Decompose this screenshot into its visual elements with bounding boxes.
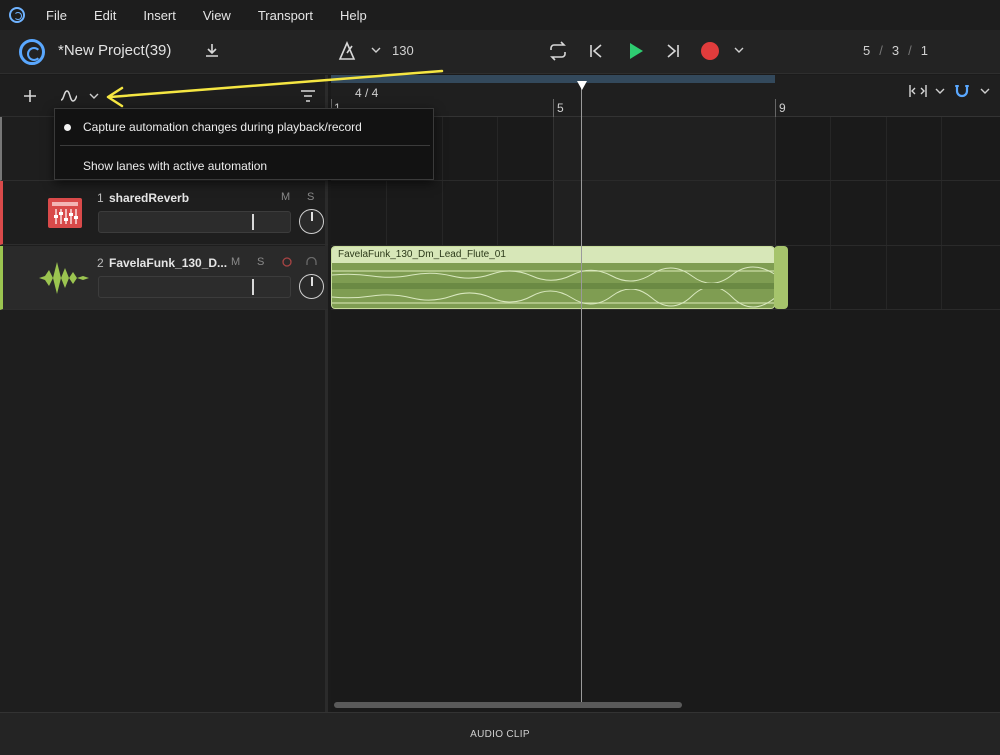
time-signature[interactable]: 4 / 4 — [355, 86, 378, 100]
monitor-headphones-icon[interactable] — [304, 255, 318, 269]
clip-title: FavelaFunk_130_Dm_Lead_Flute_01 — [338, 249, 506, 260]
snap-chevron-down-icon[interactable] — [979, 85, 991, 97]
position-readout: 5 / 3 / 1 — [863, 43, 928, 58]
bar-label: 5 — [557, 101, 564, 115]
menu-item-label: Show lanes with active automation — [83, 159, 268, 173]
menu-divider — [60, 145, 430, 146]
solo-button[interactable]: S — [307, 191, 314, 203]
bar-tick — [775, 99, 776, 117]
track-name[interactable]: sharedReverb — [109, 191, 189, 205]
tempo-value[interactable]: 130 — [392, 43, 414, 58]
fader-thumb[interactable] — [252, 214, 254, 230]
menu-item-capture-automation[interactable]: Capture automation changes during playba… — [55, 111, 433, 141]
volume-fader[interactable] — [98, 211, 291, 233]
position-bar: 5 — [863, 43, 871, 58]
clip-header[interactable]: FavelaFunk_130_Dm_Lead_Flute_01 — [332, 247, 774, 263]
project-title[interactable]: *New Project(39) — [58, 42, 171, 59]
horizontal-scrollbar[interactable] — [334, 702, 682, 708]
skip-forward-icon[interactable] — [663, 41, 683, 61]
menu-edit[interactable]: Edit — [94, 8, 116, 23]
record-icon[interactable] — [700, 41, 720, 61]
menu-bar: File Edit Insert View Transport Help — [0, 0, 1000, 30]
fader-thumb[interactable] — [252, 279, 254, 295]
bar-label: 9 — [779, 101, 786, 115]
skip-back-icon[interactable] — [586, 41, 606, 61]
mute-button[interactable]: M — [281, 191, 290, 203]
clip-extend-handle[interactable] — [774, 246, 788, 309]
track-number: 2 — [97, 256, 104, 270]
audio-clip[interactable]: FavelaFunk_130_Dm_Lead_Flute_01 — [331, 246, 775, 309]
record-arm-icon[interactable] — [280, 255, 294, 269]
record-chevron-down-icon[interactable] — [732, 43, 746, 57]
position-separator: / — [879, 43, 883, 58]
menu-item-label: Capture automation changes during playba… — [83, 120, 362, 134]
waveform-icon — [39, 258, 89, 298]
track-row-sharedreverb[interactable]: 1 sharedReverb M S — [0, 181, 328, 245]
add-track-icon[interactable] — [21, 87, 39, 105]
track-number: 1 — [97, 191, 104, 205]
mixer-icon — [47, 197, 83, 229]
fit-width-icon[interactable] — [908, 83, 928, 99]
inspector-bar[interactable]: AUDIO CLIP — [0, 712, 1000, 755]
menu-help[interactable]: Help — [340, 8, 367, 23]
snap-magnet-icon[interactable] — [953, 82, 971, 100]
mute-button[interactable]: M — [231, 256, 240, 268]
automation-icon[interactable] — [58, 87, 80, 105]
volume-fader[interactable] — [98, 276, 291, 298]
menu-transport[interactable]: Transport — [258, 8, 313, 23]
filter-icon[interactable] — [299, 87, 317, 105]
menu-view[interactable]: View — [203, 8, 231, 23]
selected-dot-icon — [64, 124, 71, 131]
automation-chevron-down-icon[interactable] — [87, 89, 101, 103]
menu-insert[interactable]: Insert — [143, 8, 176, 23]
metronome-icon[interactable] — [336, 40, 358, 62]
download-icon[interactable] — [202, 41, 222, 61]
solo-button[interactable]: S — [257, 256, 264, 268]
track-name[interactable]: FavelaFunk_130_D... — [109, 256, 227, 270]
metronome-chevron-down-icon[interactable] — [369, 43, 383, 57]
play-icon[interactable] — [625, 40, 647, 62]
menu-item-show-active-lanes[interactable]: Show lanes with active automation — [55, 150, 433, 180]
bar-tick — [553, 99, 554, 117]
track-row-favelafunk[interactable]: 2 FavelaFunk_130_D... M S — [0, 246, 328, 310]
playhead-line[interactable] — [581, 85, 582, 705]
automation-menu: Capture automation changes during playba… — [54, 108, 434, 180]
inspector-label: AUDIO CLIP — [470, 728, 530, 740]
app-menu-icon[interactable] — [9, 7, 25, 23]
loop-icon[interactable] — [546, 40, 570, 62]
pan-knob[interactable] — [299, 274, 324, 299]
position-separator: / — [908, 43, 912, 58]
track-lane[interactable] — [331, 181, 1000, 246]
transport-bar: *New Project(39) 130 5 / 3 / 1 — [0, 30, 1000, 74]
loop-region[interactable] — [331, 75, 775, 83]
menu-file[interactable]: File — [46, 8, 67, 23]
playhead-marker[interactable] — [577, 81, 587, 90]
app-logo-icon[interactable] — [19, 39, 45, 65]
pan-knob[interactable] — [299, 209, 324, 234]
clip-waveform — [332, 263, 774, 308]
position-tick: 1 — [920, 43, 928, 58]
position-beat: 3 — [891, 43, 900, 58]
zoom-chevron-down-icon[interactable] — [934, 85, 946, 97]
